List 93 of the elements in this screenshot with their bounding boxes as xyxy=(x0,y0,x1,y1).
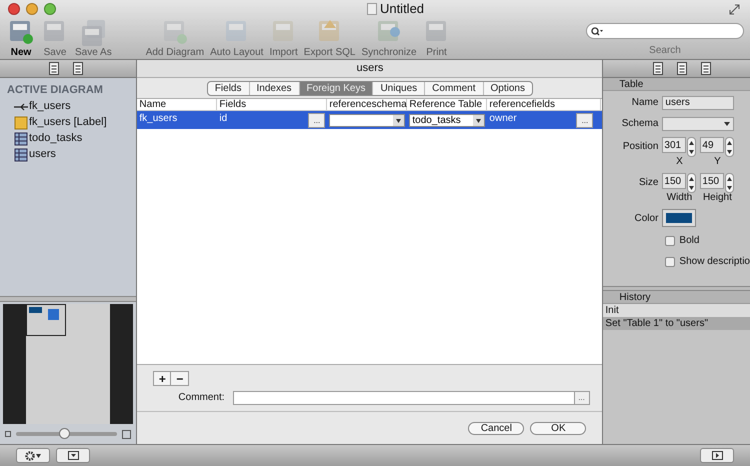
checkbox-label: Bold xyxy=(679,234,700,248)
caret-icon xyxy=(393,114,404,126)
tab[interactable]: Uniques xyxy=(372,82,424,94)
width-label: Width xyxy=(666,193,692,203)
panel-toggle-button[interactable] xyxy=(56,448,90,463)
down-arrow-icon[interactable] xyxy=(727,150,732,154)
settings-button[interactable] xyxy=(16,448,50,463)
up-arrow-icon[interactable] xyxy=(727,140,732,144)
up-arrow-icon[interactable] xyxy=(689,140,694,144)
copy-icon[interactable] xyxy=(72,62,84,75)
dropdown-box-icon xyxy=(68,451,78,460)
zoom-out-icon[interactable] xyxy=(5,431,11,437)
toolbar-button[interactable]: New xyxy=(4,18,38,58)
relation-arrow-icon xyxy=(14,102,28,110)
tab[interactable]: Comment xyxy=(424,82,483,94)
remove-button[interactable]: − xyxy=(171,371,190,386)
slider-thumb[interactable] xyxy=(58,428,70,439)
document-icon[interactable] xyxy=(48,62,60,75)
down-arrow-icon[interactable] xyxy=(689,186,694,190)
panel-toggle-button[interactable] xyxy=(700,448,734,463)
search-field[interactable] xyxy=(586,23,744,39)
gear-icon xyxy=(25,450,35,460)
stepper[interactable] xyxy=(687,137,696,157)
close-button[interactable] xyxy=(8,3,20,15)
history-item[interactable]: Set "Table 1" to "users" xyxy=(603,317,750,330)
tab[interactable]: Fields xyxy=(208,82,248,94)
dialog-button[interactable]: Cancel xyxy=(468,422,524,434)
position-label: Position xyxy=(622,140,658,154)
table-dropdown[interactable]: todo_tasks xyxy=(409,114,486,126)
table-cell-text: owner xyxy=(488,112,517,126)
name-field[interactable]: users xyxy=(662,96,734,110)
width-field[interactable]: 150 xyxy=(662,173,686,189)
tab[interactable]: Foreign Keys xyxy=(298,82,372,94)
search-icon xyxy=(591,26,603,36)
add-button[interactable]: + xyxy=(153,371,172,386)
y-field[interactable]: 49 xyxy=(700,137,724,153)
tab[interactable]: Options xyxy=(482,82,532,94)
caret-icon xyxy=(473,114,484,126)
floppy-disk-icon xyxy=(79,18,108,46)
document-icon[interactable] xyxy=(676,62,688,75)
color-label: Color xyxy=(634,212,658,226)
search-label: Search xyxy=(649,44,681,58)
up-arrow-icon[interactable] xyxy=(727,176,732,180)
stepper[interactable] xyxy=(725,173,734,193)
table-cell-text: id xyxy=(218,112,228,126)
dialog-button[interactable]: OK xyxy=(530,422,586,434)
height-field[interactable]: 150 xyxy=(700,173,724,189)
browse-button[interactable]: ... xyxy=(308,112,326,128)
color-well[interactable] xyxy=(662,209,696,227)
sidebar-heading: ACTIVE DIAGRAM xyxy=(6,83,104,98)
y-label: Y xyxy=(714,157,721,167)
sheet-title: users xyxy=(137,60,602,78)
sidebar-item[interactable]: fk_users [Label] xyxy=(0,114,136,130)
checkbox-label: Show descriptio xyxy=(679,255,750,269)
checkbox[interactable] xyxy=(665,236,676,246)
browse-button[interactable]: ... xyxy=(574,390,590,404)
minimize-button[interactable] xyxy=(26,3,38,15)
size-label: Size xyxy=(638,176,658,190)
schema-label: Schema xyxy=(620,117,658,131)
up-arrow-icon[interactable] xyxy=(689,176,694,180)
caret-icon xyxy=(36,454,41,458)
table-icon xyxy=(14,132,28,146)
comment-field[interactable] xyxy=(232,390,575,404)
section-header: Table xyxy=(603,78,750,91)
note-icon xyxy=(14,116,28,130)
down-arrow-icon[interactable] xyxy=(689,150,694,154)
sidebar-item[interactable]: users xyxy=(0,146,136,162)
history-item[interactable]: Init xyxy=(603,304,750,317)
browse-button[interactable]: ... xyxy=(576,112,594,128)
x-label: X xyxy=(676,157,683,167)
table-row[interactable]: fk_users id ... todo_tasks owner ... xyxy=(137,111,602,129)
copy-icon[interactable] xyxy=(700,62,712,75)
name-label: Name xyxy=(630,96,658,110)
table-cell-text: fk_users xyxy=(138,112,178,126)
table-icon xyxy=(14,148,28,162)
down-arrow-icon[interactable] xyxy=(727,186,732,190)
document-icon xyxy=(7,18,35,46)
zoom-in-icon[interactable] xyxy=(122,430,132,438)
play-box-icon xyxy=(712,451,722,460)
stepper[interactable] xyxy=(687,173,696,193)
section-header: History xyxy=(603,291,750,304)
x-field[interactable]: 301 xyxy=(662,137,686,153)
fullscreen-icon[interactable] xyxy=(729,4,740,14)
comment-label: Comment: xyxy=(178,391,225,405)
schema-dropdown[interactable] xyxy=(329,114,406,126)
stepper[interactable] xyxy=(725,137,734,157)
zoom-button[interactable] xyxy=(44,3,56,15)
height-label: Height xyxy=(702,193,732,203)
window-title: Untitled xyxy=(380,0,424,18)
checkbox[interactable] xyxy=(665,256,676,266)
sidebar-item[interactable]: todo_tasks xyxy=(0,130,136,146)
document-icon xyxy=(366,3,377,15)
sidebar-item[interactable]: fk_users xyxy=(0,98,136,114)
